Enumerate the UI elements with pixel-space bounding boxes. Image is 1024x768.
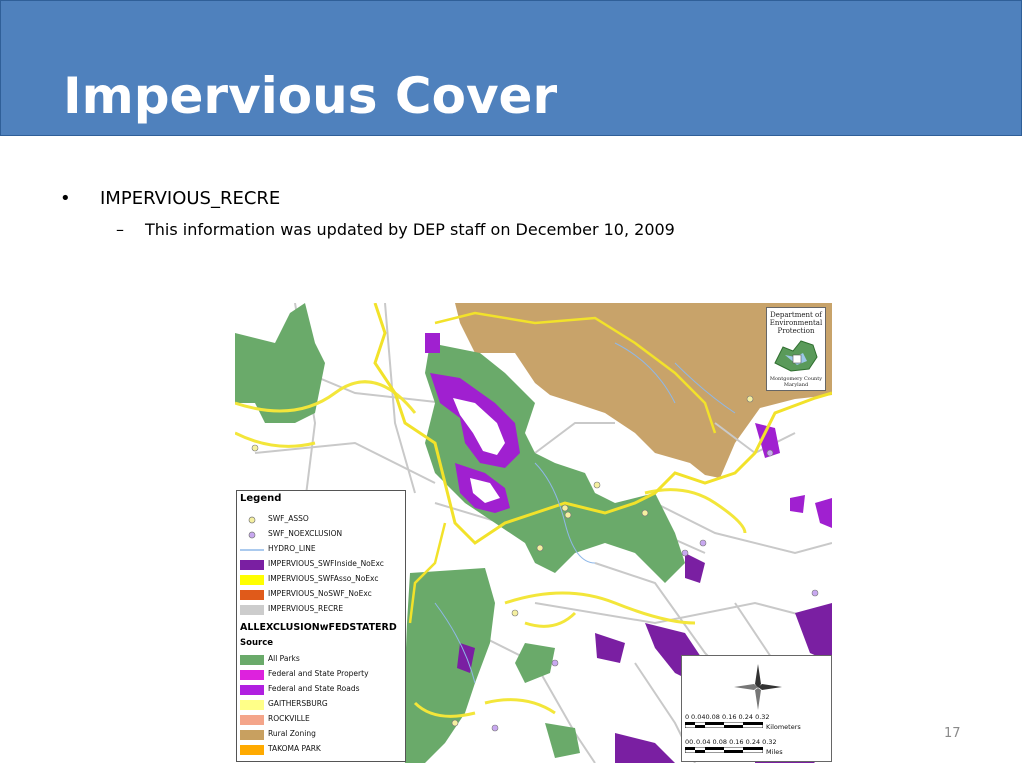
legend-label: GAITHERSBURG	[268, 699, 328, 708]
legend-item-impervious-noswf: IMPERVIOUS_NoSWF_NoExc	[240, 588, 406, 602]
county-seal-icon	[774, 340, 818, 372]
slide-title: Impervious Cover	[63, 67, 558, 125]
sub-bullet-marker: –	[116, 220, 124, 239]
title-bar: Impervious Cover	[0, 0, 1022, 136]
logo-line-2: Environmental	[769, 319, 823, 327]
swatch-icon	[240, 685, 264, 695]
swatch-icon	[240, 575, 264, 585]
legend-item-swf-asso: SWF_ASSO	[240, 513, 406, 527]
logo-line-3: Protection	[777, 327, 815, 335]
legend-title: Legend	[240, 493, 282, 504]
legend-label: IMPERVIOUS_RECRE	[268, 604, 344, 613]
legend-label: IMPERVIOUS_SWFAsso_NoExc	[268, 574, 379, 583]
dep-logo: Department of Environmental Protection M…	[766, 307, 826, 391]
legend-label: Federal and State Roads	[268, 684, 360, 693]
mi-scale-ticks: 0.04 0.08 0.16 0.24 0.32	[696, 738, 777, 746]
legend-item-impervious-swfinside: IMPERVIOUS_SWFInside_NoExc	[240, 558, 406, 572]
legend-source-title: Source	[240, 638, 274, 648]
legend-label: IMPERVIOUS_SWFInside_NoExc	[268, 559, 384, 568]
legend-item-impervious-recre: IMPERVIOUS_RECRE	[240, 603, 406, 617]
km-scale-ticks: 0.040.08 0.16 0.24 0.32	[691, 713, 770, 721]
legend-label: All Parks	[268, 654, 300, 663]
blue-line-icon	[240, 549, 264, 551]
swatch-icon	[240, 605, 264, 615]
swatch-icon	[240, 560, 264, 570]
logo-caption: Montgomery County Maryland	[769, 376, 823, 388]
purple-point-icon	[248, 531, 256, 539]
km-label: Kilometers	[766, 723, 801, 731]
federal-property	[790, 495, 805, 513]
legend-item-swf-noexclusion: SWF_NOEXCLUSION	[240, 528, 406, 542]
legend-label: Federal and State Property	[268, 669, 369, 678]
swatch-icon	[240, 700, 264, 710]
legend-label: SWF_ASSO	[268, 514, 309, 523]
swatch-icon	[240, 715, 264, 725]
swatch-icon	[240, 670, 264, 680]
bullet-marker: •	[60, 188, 71, 209]
mi-scale-ticks-prefix: 00.	[685, 738, 696, 746]
legend-item-takoma-park: TAKOMA PARK	[240, 743, 406, 757]
legend-label: TAKOMA PARK	[268, 744, 321, 753]
km-scale-bar	[685, 722, 763, 728]
legend-item-federal-property: Federal and State Property	[240, 668, 406, 682]
legend-item-rockville: ROCKVILLE	[240, 713, 406, 727]
legend-group-title: ALLEXCLUSIONwFEDSTATERD	[240, 622, 397, 633]
legend-item-gaithersburg: GAITHERSBURG	[240, 698, 406, 712]
legend-label: HYDRO_LINE	[268, 544, 316, 553]
legend-label: IMPERVIOUS_NoSWF_NoExc	[268, 589, 372, 598]
mi-scale-bar	[685, 747, 763, 753]
map-legend: Legend SWF_ASSO SWF_NOEXCLUSION HYDRO_LI…	[236, 490, 406, 762]
legend-label: ROCKVILLE	[268, 714, 310, 723]
scale-box: 0 0.040.08 0.16 0.24 0.32 Kilometers 00.…	[681, 655, 832, 762]
sub-bullet-text: This information was updated by DEP staf…	[145, 220, 675, 239]
federal-property	[425, 333, 440, 353]
page-number: 17	[944, 726, 961, 741]
swatch-icon	[240, 590, 264, 600]
mi-label: Miles	[766, 748, 783, 756]
legend-item-hydro-line: HYDRO_LINE	[240, 543, 406, 557]
swatch-icon	[240, 730, 264, 740]
legend-item-all-parks: All Parks	[240, 653, 406, 667]
km-scale-ticks-prefix: 0	[685, 713, 690, 721]
yellow-point-icon	[248, 516, 256, 524]
legend-item-impervious-swfasso: IMPERVIOUS_SWFAsso_NoExc	[240, 573, 406, 587]
legend-item-federal-roads: Federal and State Roads	[240, 683, 406, 697]
logo-line-1: Department of	[770, 311, 822, 319]
bullet-text: IMPERVIOUS_RECRE	[100, 188, 281, 209]
legend-item-rural-zoning: Rural Zoning	[240, 728, 406, 742]
swatch-icon	[240, 655, 264, 665]
swatch-icon	[240, 745, 264, 755]
north-arrow-icon	[734, 664, 782, 710]
legend-label: Rural Zoning	[268, 729, 316, 738]
legend-label: SWF_NOEXCLUSION	[268, 529, 343, 538]
